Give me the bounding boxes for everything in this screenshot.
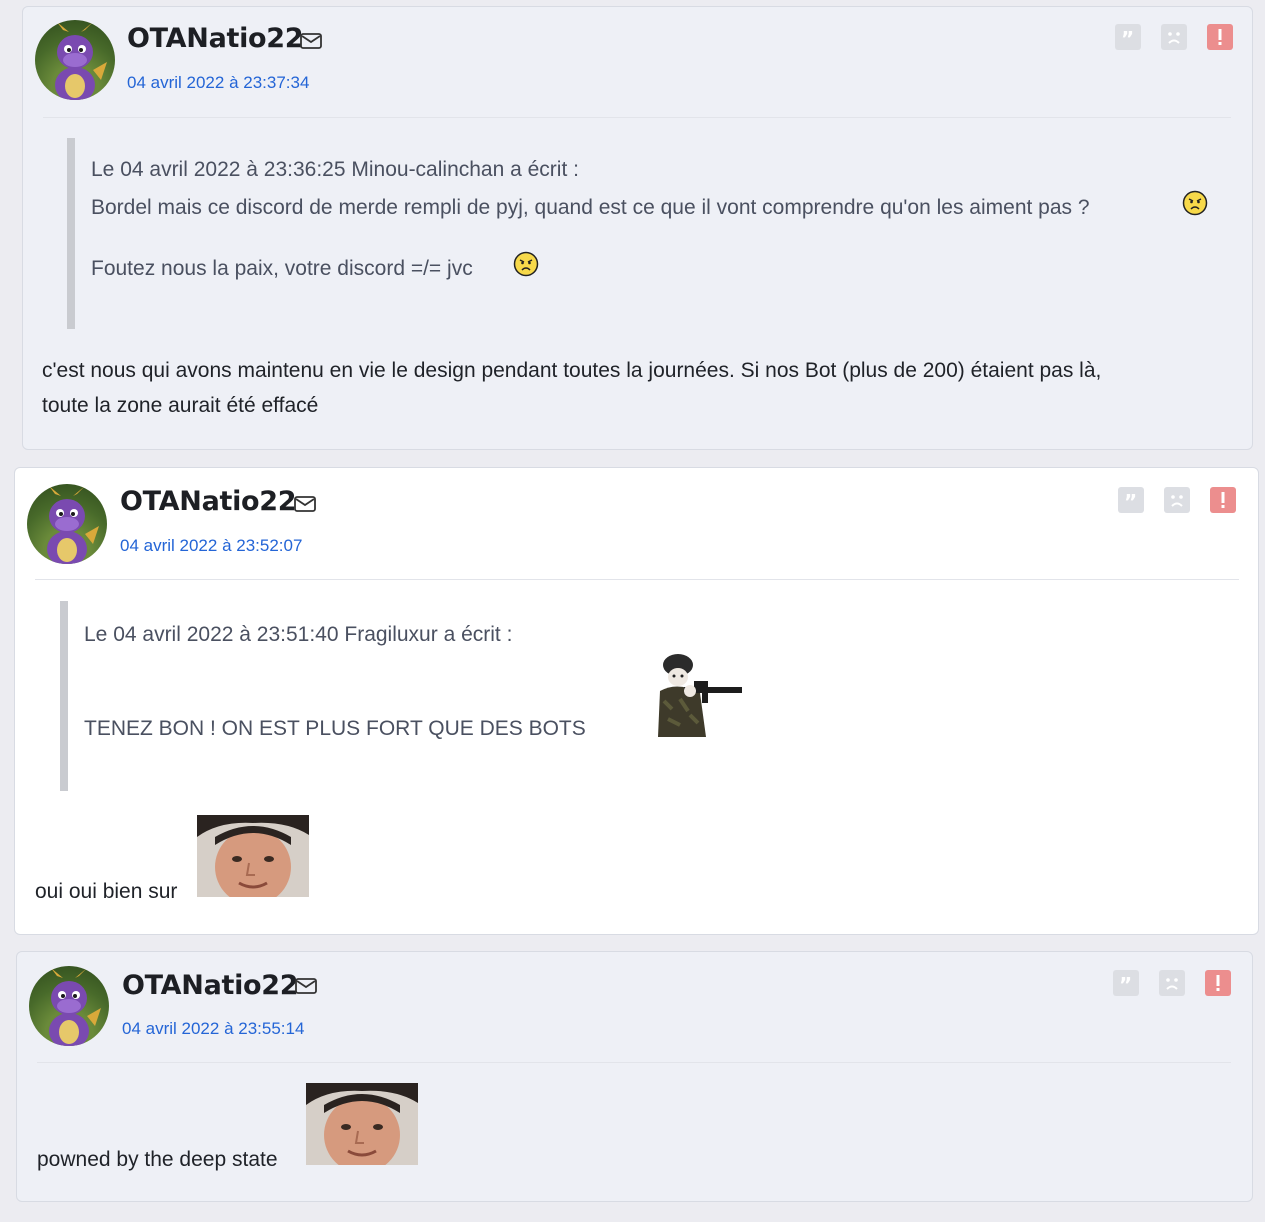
- author-name[interactable]: OTANatio22: [120, 486, 297, 517]
- post-text: oui oui bien sur: [35, 880, 178, 903]
- quote-header: Le 04 avril 2022 à 23:36:25 Minou-calinc…: [91, 158, 579, 181]
- post-text: powned by the deep state: [37, 1148, 278, 1171]
- post-text-line: c'est nous qui avons maintenu en vie le …: [42, 359, 1102, 382]
- author-name[interactable]: OTANatio22: [127, 23, 304, 54]
- forum-post-1: OTANatio22 04 avril 2022 à 23:37:34 ” Le…: [22, 6, 1253, 450]
- separator: [43, 117, 1231, 118]
- quote-button[interactable]: ”: [1115, 24, 1141, 50]
- report-button[interactable]: [1205, 970, 1231, 996]
- post-date-link[interactable]: 04 avril 2022 à 23:55:14: [122, 1019, 304, 1039]
- quote-block: Le 04 avril 2022 à 23:36:25 Minou-calinc…: [67, 138, 1217, 329]
- mail-icon[interactable]: [295, 978, 317, 994]
- post-date-link[interactable]: 04 avril 2022 à 23:52:07: [120, 536, 302, 556]
- quote-icon: ”: [1119, 973, 1132, 996]
- angry-smiley-icon: [513, 251, 539, 277]
- quote-block: Le 04 avril 2022 à 23:51:40 Fragiluxur a…: [60, 601, 1210, 791]
- exclamation-icon: [1216, 975, 1220, 991]
- svg-text:”: ”: [1121, 27, 1134, 50]
- soldier-sticker: [658, 654, 742, 737]
- avatar[interactable]: [27, 484, 107, 564]
- separator: [35, 579, 1239, 580]
- quote-line: TENEZ BON ! ON EST PLUS FORT QUE DES BOT…: [84, 717, 586, 740]
- post-text-line: toute la zone aurait été effacé: [42, 394, 319, 417]
- svg-text:”: ”: [1124, 490, 1137, 513]
- blacklist-button[interactable]: [1161, 24, 1187, 50]
- author-name[interactable]: OTANatio22: [122, 970, 299, 1001]
- post-text: c'est nous qui avons maintenu en vie le …: [42, 353, 1242, 423]
- forum-post-3: OTANatio22 04 avril 2022 à 23:55:14 ” po…: [16, 951, 1253, 1202]
- man-face-sticker: [197, 815, 309, 897]
- exclamation-icon: [1221, 492, 1225, 508]
- man-face-sticker: [306, 1083, 418, 1165]
- angry-smiley-icon: [1182, 190, 1208, 216]
- quote-line: Bordel mais ce discord de merde rempli d…: [91, 196, 1090, 219]
- post-date-link[interactable]: 04 avril 2022 à 23:37:34: [127, 73, 309, 93]
- report-button[interactable]: [1210, 487, 1236, 513]
- blacklist-button[interactable]: [1164, 487, 1190, 513]
- report-button[interactable]: [1207, 24, 1233, 50]
- svg-text:”: ”: [1119, 973, 1132, 996]
- quote-button[interactable]: ”: [1113, 970, 1139, 996]
- quote-icon: ”: [1121, 27, 1134, 50]
- forum-post-2: OTANatio22 04 avril 2022 à 23:52:07 ” Le…: [14, 467, 1259, 935]
- separator: [37, 1062, 1231, 1063]
- sad-face-icon: [1166, 978, 1178, 990]
- quote-icon: ”: [1124, 490, 1137, 513]
- blacklist-button[interactable]: [1159, 970, 1185, 996]
- exclamation-icon: [1218, 29, 1222, 45]
- quote-line: Foutez nous la paix, votre discord =/= j…: [91, 257, 473, 280]
- quote-button[interactable]: ”: [1118, 487, 1144, 513]
- avatar[interactable]: [29, 966, 109, 1046]
- avatar[interactable]: [35, 20, 115, 100]
- mail-icon[interactable]: [294, 496, 316, 512]
- mail-icon[interactable]: [300, 33, 322, 49]
- quote-header: Le 04 avril 2022 à 23:51:40 Fragiluxur a…: [84, 623, 513, 646]
- sad-face-icon: [1171, 495, 1183, 507]
- sad-face-icon: [1168, 32, 1180, 44]
